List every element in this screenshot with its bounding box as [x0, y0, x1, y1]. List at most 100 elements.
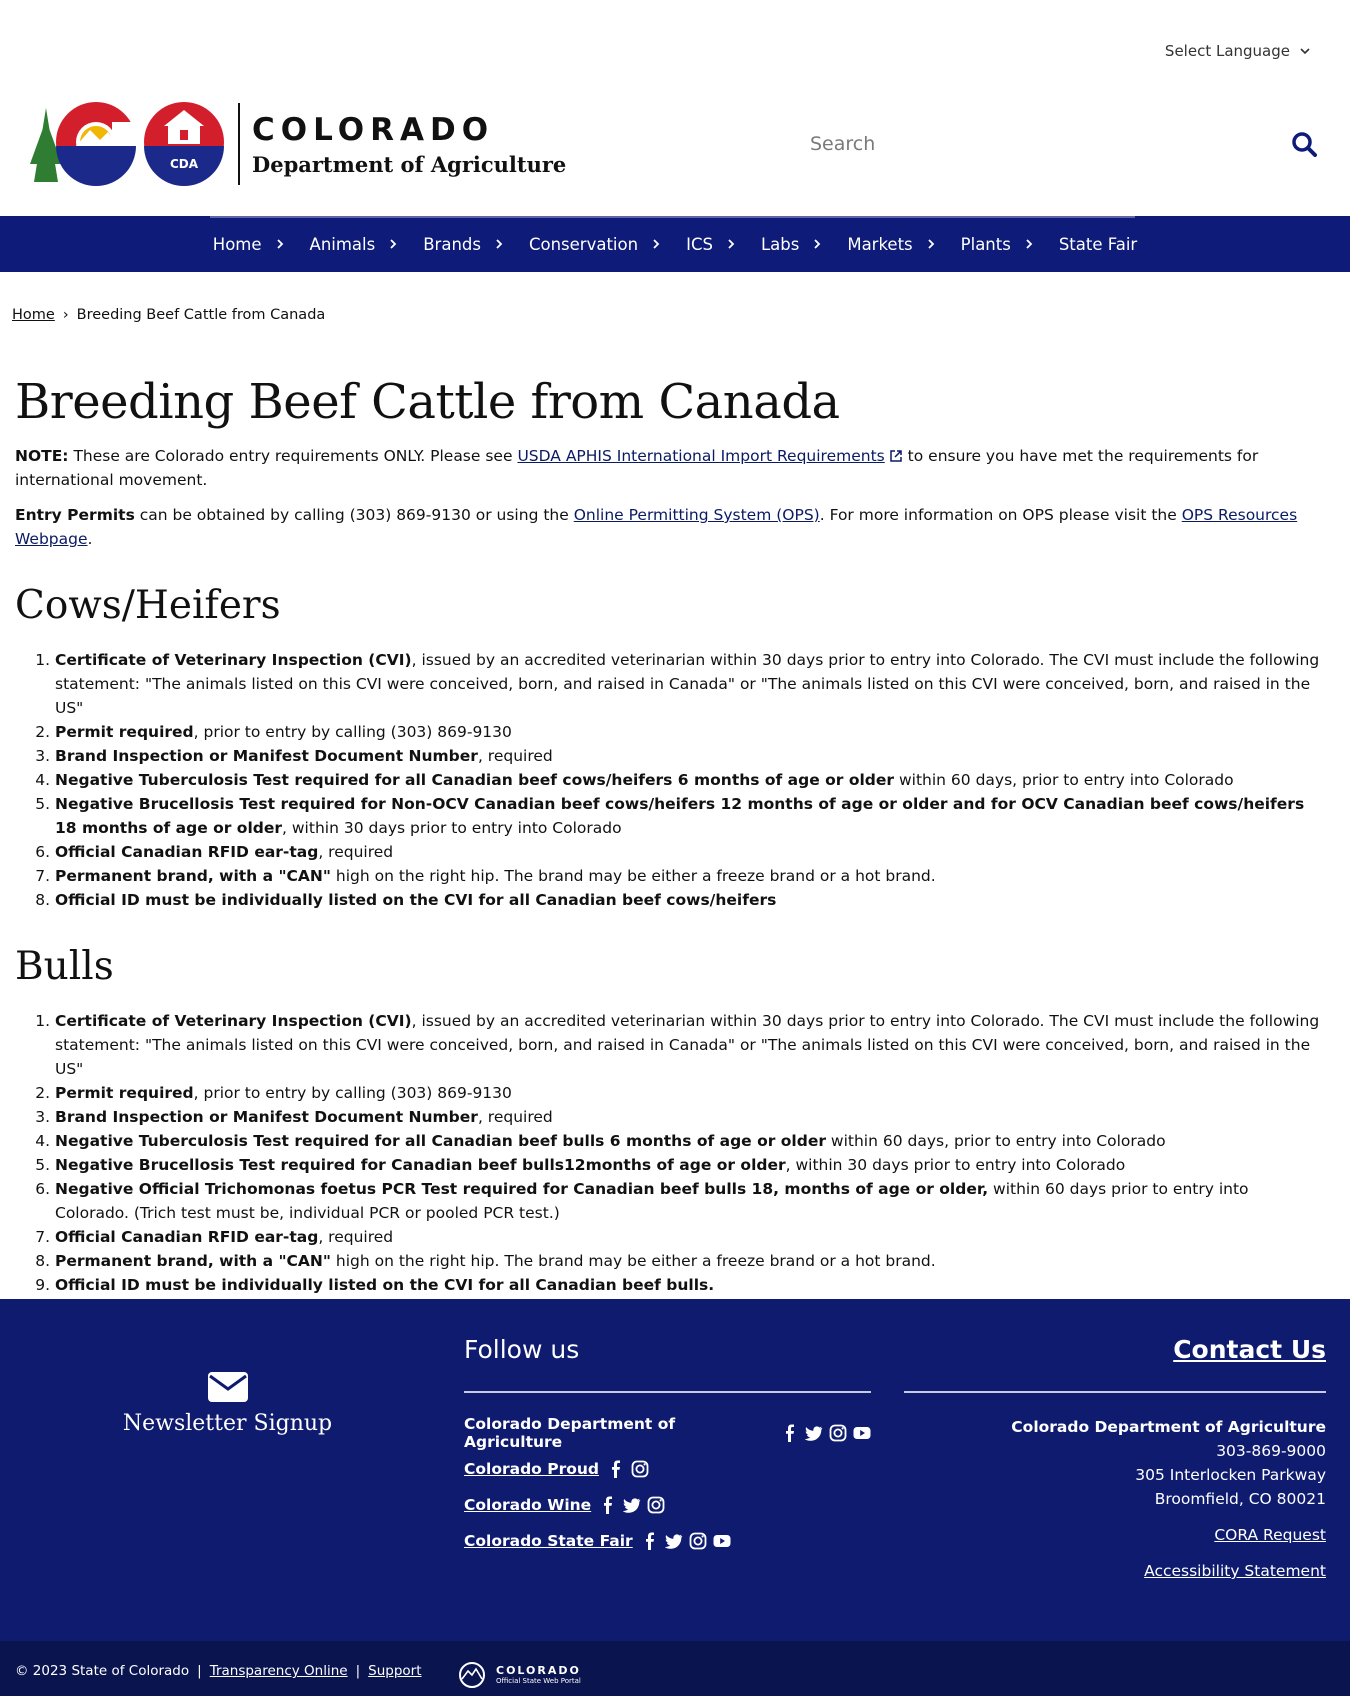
logo-text: COLORADO Department of Agriculture — [252, 112, 566, 177]
bulls-requirements-list: Certificate of Veterinary Inspection (CV… — [15, 1009, 1324, 1297]
portal-title: COLORADO — [496, 1663, 581, 1677]
footer-legal: © 2023 State of Colorado | Transparency … — [15, 1663, 422, 1679]
colorado-portal-icon — [459, 1662, 485, 1688]
instagram-icon[interactable] — [689, 1532, 707, 1550]
twitter-icon[interactable] — [623, 1496, 641, 1514]
chevron-right-icon — [390, 239, 397, 249]
requirement-item: Negative Official Trichomonas foetus PCR… — [55, 1177, 1324, 1225]
social-icons — [781, 1424, 871, 1442]
transparency-online-link[interactable]: Transparency Online — [210, 1663, 348, 1679]
logo-line-colorado: COLORADO — [252, 111, 495, 148]
main-navigation: Home Animals Brands Conservation ICS Lab… — [0, 216, 1350, 272]
site-logo[interactable]: CDA COLORADO Department of Agriculture — [30, 100, 566, 188]
contact-org: Colorado Department of Agriculture — [1011, 1418, 1326, 1436]
instagram-icon[interactable] — [631, 1460, 649, 1478]
language-selector[interactable]: Select Language — [1165, 42, 1310, 60]
social-label[interactable]: Colorado Proud — [464, 1460, 599, 1478]
facebook-icon[interactable] — [607, 1460, 625, 1478]
breadcrumb-current: Breeding Beef Cattle from Canada — [76, 307, 326, 323]
contact-us-link[interactable]: Contact Us — [1173, 1335, 1326, 1364]
main-content: Breeding Beef Cattle from Canada NOTE: T… — [0, 374, 1350, 1297]
search-icon — [1292, 132, 1317, 157]
requirement-item: Official Canadian RFID ear-tag, required — [55, 1225, 1324, 1249]
newsletter-signup[interactable]: Newsletter Signup — [0, 1371, 455, 1436]
external-link-icon — [890, 450, 902, 462]
ops-link[interactable]: Online Permitting System (OPS) — [574, 506, 820, 524]
requirement-item: Permanent brand, with a "CAN" high on th… — [55, 864, 1324, 888]
breadcrumb-separator-icon: › — [62, 307, 69, 323]
youtube-icon[interactable] — [853, 1424, 871, 1442]
usda-aphis-link[interactable]: USDA APHIS International Import Requirem… — [517, 447, 902, 465]
facebook-icon[interactable] — [641, 1532, 659, 1550]
search-input[interactable] — [790, 133, 1240, 155]
search-form — [790, 118, 1320, 170]
facebook-icon[interactable] — [781, 1424, 799, 1442]
nav-top-line — [210, 216, 1135, 218]
accessibility-statement-link[interactable]: Accessibility Statement — [1144, 1562, 1326, 1580]
requirement-item: Certificate of Veterinary Inspection (CV… — [55, 648, 1324, 720]
nav-item-conservation[interactable]: Conservation — [529, 235, 686, 254]
chevron-right-icon — [496, 239, 503, 249]
support-link[interactable]: Support — [368, 1663, 421, 1679]
note-label: NOTE: — [15, 447, 69, 465]
contact-phone: 303-869-9000 — [1216, 1442, 1326, 1460]
note-paragraph: NOTE: These are Colorado entry requireme… — [15, 447, 1259, 489]
nav-item-brands[interactable]: Brands — [423, 235, 529, 254]
contact-divider — [904, 1391, 1326, 1393]
permits-label: Entry Permits — [15, 506, 135, 524]
portal-subtitle: Official State Web Portal — [496, 1676, 581, 1685]
social-row: Colorado State Fair — [464, 1523, 871, 1559]
instagram-icon[interactable] — [829, 1424, 847, 1442]
nav-item-animals[interactable]: Animals — [310, 235, 424, 254]
social-icons — [641, 1532, 731, 1550]
social-icons — [607, 1460, 649, 1478]
requirement-item: Official Canadian RFID ear-tag, required — [55, 840, 1324, 864]
social-row: Colorado Proud — [464, 1451, 871, 1487]
envelope-icon — [207, 1372, 248, 1402]
social-label[interactable]: Colorado State Fair — [464, 1532, 633, 1550]
nav-item-markets[interactable]: Markets — [847, 235, 960, 254]
breadcrumb-home-link[interactable]: Home — [12, 307, 55, 323]
section-heading-cows: Cows/Heifers — [15, 583, 281, 628]
cows-requirements-list: Certificate of Veterinary Inspection (CV… — [15, 648, 1324, 912]
social-label: Colorado Department of Agriculture — [464, 1415, 676, 1451]
nav-item-plants[interactable]: Plants — [961, 235, 1059, 254]
follow-us-section: Follow us Colorado Department of Agricul… — [464, 1335, 871, 1559]
contact-address-line1: 305 Interlocken Parkway — [1135, 1466, 1326, 1484]
nav-item-home[interactable]: Home — [213, 235, 310, 254]
copyright-text: © 2023 State of Colorado — [15, 1663, 190, 1679]
page-title: Breeding Beef Cattle from Canada — [15, 374, 840, 430]
language-label: Select Language — [1164, 42, 1290, 60]
state-portal-logo[interactable]: COLORADO Official State Web Portal — [454, 1661, 581, 1689]
requirement-item: Official ID must be individually listed … — [55, 888, 1324, 912]
requirement-item: Permanent brand, with a "CAN" high on th… — [55, 1249, 1324, 1273]
newsletter-signup-label: Newsletter Signup — [122, 1411, 333, 1436]
section-heading-bulls: Bulls — [15, 944, 114, 989]
colorado-cda-logo-icon: CDA — [30, 102, 224, 186]
site-footer: Newsletter Signup Follow us Colorado Dep… — [0, 1299, 1350, 1696]
chevron-right-icon — [928, 239, 934, 249]
separator: | — [355, 1663, 361, 1679]
youtube-icon[interactable] — [713, 1532, 731, 1550]
twitter-icon[interactable] — [805, 1424, 823, 1442]
logo-divider — [238, 103, 240, 185]
nav-item-state-fair[interactable]: State Fair — [1059, 235, 1137, 254]
requirement-item: Negative Tuberculosis Test required for … — [55, 1129, 1324, 1153]
instagram-icon[interactable] — [647, 1496, 665, 1514]
social-icons — [599, 1496, 665, 1514]
facebook-icon[interactable] — [599, 1496, 617, 1514]
requirement-item: Brand Inspection or Manifest Document Nu… — [55, 744, 1324, 768]
site-header: Select Language CDA COLORADO Department … — [0, 0, 1350, 216]
social-list: Colorado Department of Agriculture Colora… — [464, 1415, 871, 1559]
footer-bottom-bar: © 2023 State of Colorado | Transparency … — [0, 1641, 1350, 1696]
social-row: Colorado Wine — [464, 1487, 871, 1523]
cora-request-link[interactable]: CORA Request — [1214, 1526, 1326, 1544]
follow-divider — [464, 1391, 871, 1393]
chevron-right-icon — [1026, 239, 1033, 249]
nav-item-labs[interactable]: Labs — [761, 235, 847, 254]
logo-line-department: Department of Agriculture — [252, 151, 567, 177]
twitter-icon[interactable] — [664, 1532, 683, 1550]
nav-item-ics[interactable]: ICS — [686, 235, 761, 254]
social-label[interactable]: Colorado Wine — [464, 1496, 591, 1514]
search-button[interactable] — [1288, 128, 1320, 160]
